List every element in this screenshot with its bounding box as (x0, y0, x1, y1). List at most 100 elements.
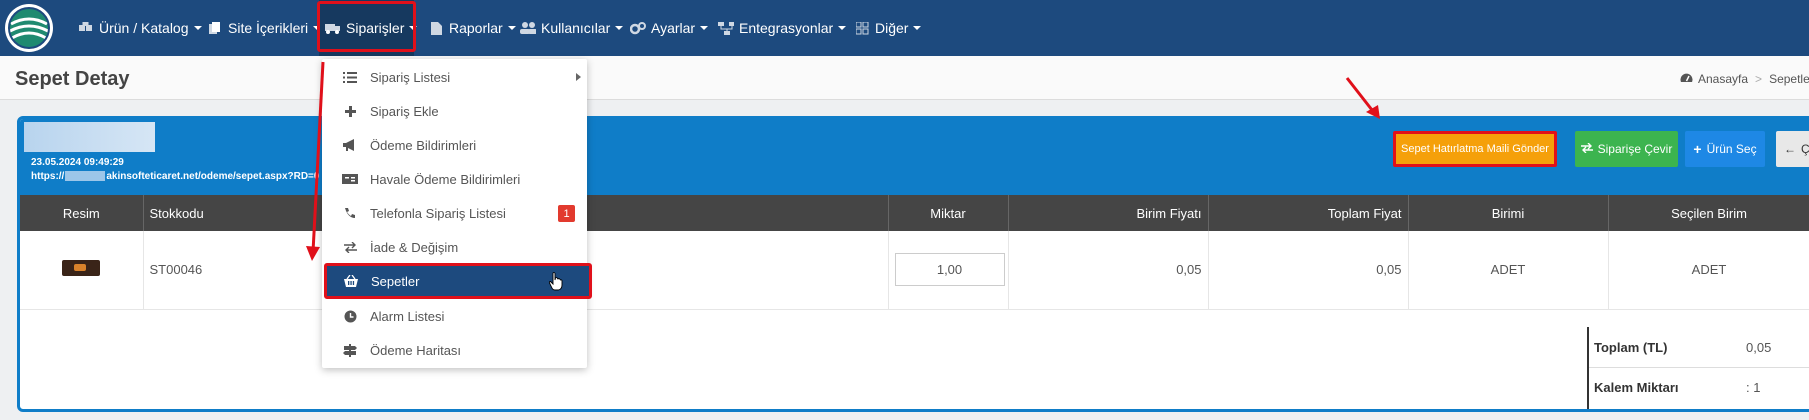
item-count-value: : 1 (1746, 380, 1761, 395)
menu-item-sepetler[interactable]: Sepetler (324, 263, 592, 299)
nav-raporlar[interactable]: Raporlar (428, 0, 516, 56)
breadcrumb-current: Sepetler (1769, 72, 1809, 86)
nav-label: Ayarlar (651, 20, 696, 36)
caret-down-icon (507, 26, 516, 30)
submenu-arrow-icon (576, 73, 581, 81)
menu-item-label: Sepetler (371, 273, 420, 289)
money-icon (342, 172, 358, 186)
col-header-quantity: Miktar (888, 195, 1009, 231)
quantity-cell (888, 231, 1009, 310)
unit-cell: ADET (1408, 231, 1609, 310)
page-header: Sepet Detay Anasayfa > Sepetler (0, 56, 1809, 100)
total-price-cell: 0,05 (1208, 231, 1409, 310)
clock-icon (342, 309, 358, 323)
table-row: ST00046 0,05 0,05 ADET ADET (20, 231, 1809, 310)
menu-item-label: Telefonla Sipariş Listesi (370, 205, 506, 221)
exchange-icon (1580, 142, 1593, 156)
panel-header: 23.05.2024 09:49:29 https:// akinsoftetic… (20, 119, 1809, 195)
nav-diger[interactable]: Diğer (854, 0, 922, 56)
item-count-label: Kalem Miktarı (1594, 380, 1679, 395)
brand-logo[interactable] (5, 4, 53, 52)
col-header-image: Resim (20, 195, 144, 231)
button-label: Ç (1801, 142, 1809, 156)
cart-url-prefix: https:// (31, 171, 65, 182)
cart-url[interactable]: https:// akinsofteticaret.net/odeme/sepet… (31, 171, 319, 182)
nav-label: Site İçerikleri (228, 20, 309, 36)
menu-item-havale-odeme-bildirimleri[interactable]: Havale Ödeme Bildirimleri (322, 162, 587, 196)
col-header-unit: Birimi (1408, 195, 1609, 231)
table-header-row: Resim Stokkodu Miktar Birim Fiyatı Topla… (20, 195, 1809, 231)
nav-entegrasyonlar[interactable]: Entegrasyonlar (718, 0, 847, 56)
total-label: Toplam (TL) (1594, 340, 1668, 355)
cubes-icon (78, 21, 94, 35)
convert-to-order-button[interactable]: Siparişe Çevir (1575, 131, 1678, 167)
menu-item-label: Ödeme Haritası (370, 342, 462, 358)
cart-detail-panel: 23.05.2024 09:49:29 https:// akinsoftetic… (17, 116, 1809, 412)
menu-item-odeme-haritasi[interactable]: Ödeme Haritası (322, 333, 587, 367)
menu-item-iade-degisim[interactable]: İade & Değişim (322, 230, 587, 264)
copy-icon (207, 21, 223, 35)
nav-kullanicilar[interactable]: Kullanıcılar (520, 0, 624, 56)
button-label: Ürün Seç (1706, 142, 1757, 156)
signpost-icon (342, 343, 358, 357)
totals-box: Toplam (TL) 0,05 Kalem Miktarı : 1 (1587, 327, 1809, 409)
phone-icon (342, 206, 358, 220)
redacted-url-part (65, 171, 106, 182)
col-header-total-price: Toplam Fiyat (1208, 195, 1409, 231)
product-image-cell (20, 231, 144, 310)
selected-unit-cell: ADET (1608, 231, 1809, 310)
quantity-input[interactable] (894, 253, 1005, 287)
menu-item-telefonla-siparis-listesi[interactable]: Telefonla Sipariş Listesi 1 (322, 196, 587, 230)
nav-ayarlar[interactable]: Ayarlar (630, 0, 709, 56)
caret-down-icon (700, 26, 709, 30)
dashboard-icon (1680, 72, 1693, 86)
col-header-selected-unit: Seçilen Birim (1608, 195, 1809, 231)
menu-item-siparis-ekle[interactable]: Sipariş Ekle (322, 94, 587, 128)
select-product-button[interactable]: + Ürün Seç (1685, 131, 1765, 167)
menu-item-label: Alarm Listesi (370, 308, 445, 324)
nav-label: Kullanıcılar (541, 20, 611, 36)
siparisler-dropdown-menu: Sipariş Listesi Sipariş Ekle Ödeme Bildi… (322, 59, 592, 368)
menu-item-siparis-listesi[interactable]: Sipariş Listesi (322, 60, 587, 94)
caret-down-icon (615, 26, 624, 30)
breadcrumb-home[interactable]: Anasayfa (1698, 72, 1748, 86)
plus-icon: + (1693, 141, 1702, 157)
menu-item-alarm-listesi[interactable]: Alarm Listesi (322, 299, 587, 333)
menu-item-label: Sipariş Ekle (370, 103, 439, 119)
breadcrumb-separator: > (1755, 72, 1763, 86)
nav-urun-katalog[interactable]: Ürün / Katalog (78, 0, 202, 56)
grid-icon (854, 21, 870, 35)
plus-icon (342, 104, 358, 118)
nav-label: Diğer (875, 20, 909, 36)
total-value: 0,05 (1746, 340, 1772, 355)
users-icon (520, 21, 536, 35)
file-icon (428, 21, 444, 35)
menu-item-label: Sipariş Listesi (370, 69, 451, 85)
unit-price-cell: 0,05 (1008, 231, 1209, 310)
col-header-unit-price: Birim Fiyatı (1008, 195, 1209, 231)
divider (1589, 367, 1809, 368)
cogs-icon (630, 21, 646, 35)
menu-item-label: İade & Değişim (370, 239, 459, 255)
arrow-left-icon: ← (1784, 142, 1796, 156)
list-icon (342, 70, 358, 84)
menu-item-label: Havale Ödeme Bildirimleri (370, 171, 521, 187)
nav-label: Ürün / Katalog (99, 20, 189, 36)
menu-item-odeme-bildirimleri[interactable]: Ödeme Bildirimleri (322, 128, 587, 162)
back-button[interactable]: ← Ç (1776, 131, 1809, 167)
notification-badge: 1 (558, 205, 575, 222)
bullhorn-icon (342, 138, 358, 152)
breadcrumb: Anasayfa > Sepetler (1680, 72, 1809, 86)
siparisler-highlight-box (317, 1, 416, 52)
nav-site-icerikleri[interactable]: Site İçerikleri (207, 0, 322, 56)
caret-down-icon (838, 26, 847, 30)
sitemap-icon (718, 21, 734, 35)
send-reminder-mail-button[interactable]: Sepet Hatırlatma Maili Gönder (1393, 131, 1557, 167)
product-thumbnail[interactable] (62, 260, 101, 277)
top-navbar: Ürün / Katalog Site İçerikleri Siparişle… (0, 0, 1809, 56)
cart-items-table: Resim Stokkodu Miktar Birim Fiyatı Topla… (20, 195, 1809, 310)
page-title: Sepet Detay (15, 68, 130, 90)
caret-down-icon (913, 26, 922, 30)
cart-date: 23.05.2024 09:49:29 (31, 157, 124, 168)
nav-label: Raporlar (449, 20, 503, 36)
